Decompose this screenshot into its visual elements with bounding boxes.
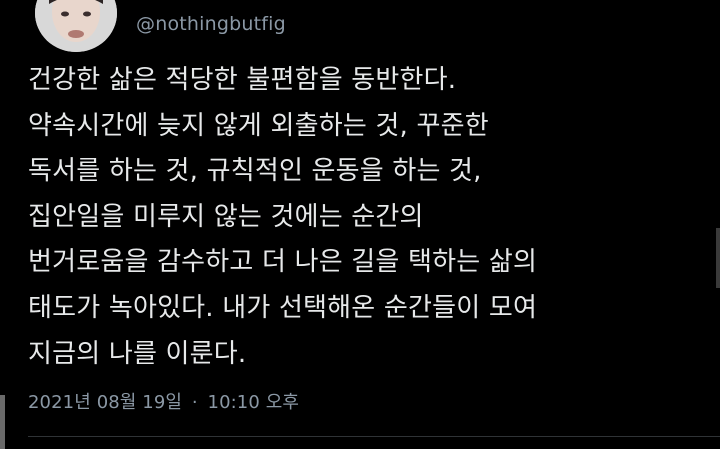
window-edge	[0, 395, 5, 449]
tweet-text-line: 지금의 나를 이룬다.	[28, 338, 247, 369]
avatar[interactable]	[35, 0, 117, 52]
avatar-photo	[35, 0, 117, 52]
tweet-text-line: 번거로움을 감수하고 더 나은 길을 택하는 삶의	[28, 247, 538, 278]
tweet-date: 2021년 08월 19일	[28, 392, 183, 413]
tweet-text-line: 독서를 하는 것, 규칙적인 운동을 하는 것,	[28, 156, 482, 187]
scroll-indicator	[716, 228, 720, 288]
divider	[28, 436, 720, 437]
user-handle[interactable]: @nothingbutfig	[136, 13, 286, 35]
tweet-text-line: 건강한 삶은 적당한 불편함을 동반한다.	[28, 65, 457, 95]
tweet-time: 10:10 오후	[207, 392, 300, 413]
tweet-timestamp[interactable]: 2021년 08월 19일 · 10:10 오후	[28, 388, 299, 414]
tweet-text-line: 태도가 녹아있다. 내가 선택해온 순간들이 모여	[28, 292, 538, 323]
tweet-text-line: 집안일을 미루지 않는 것에는 순간의	[28, 201, 424, 232]
tweet-text: 건강한 삶은 적당한 불편함을 동반한다. 약속시간에 늦지 않게 외출하는 것…	[28, 58, 712, 377]
meta-separator: ·	[191, 392, 198, 413]
tweet-text-line: 약속시간에 늦지 않게 외출하는 것, 꾸준한	[28, 110, 489, 141]
